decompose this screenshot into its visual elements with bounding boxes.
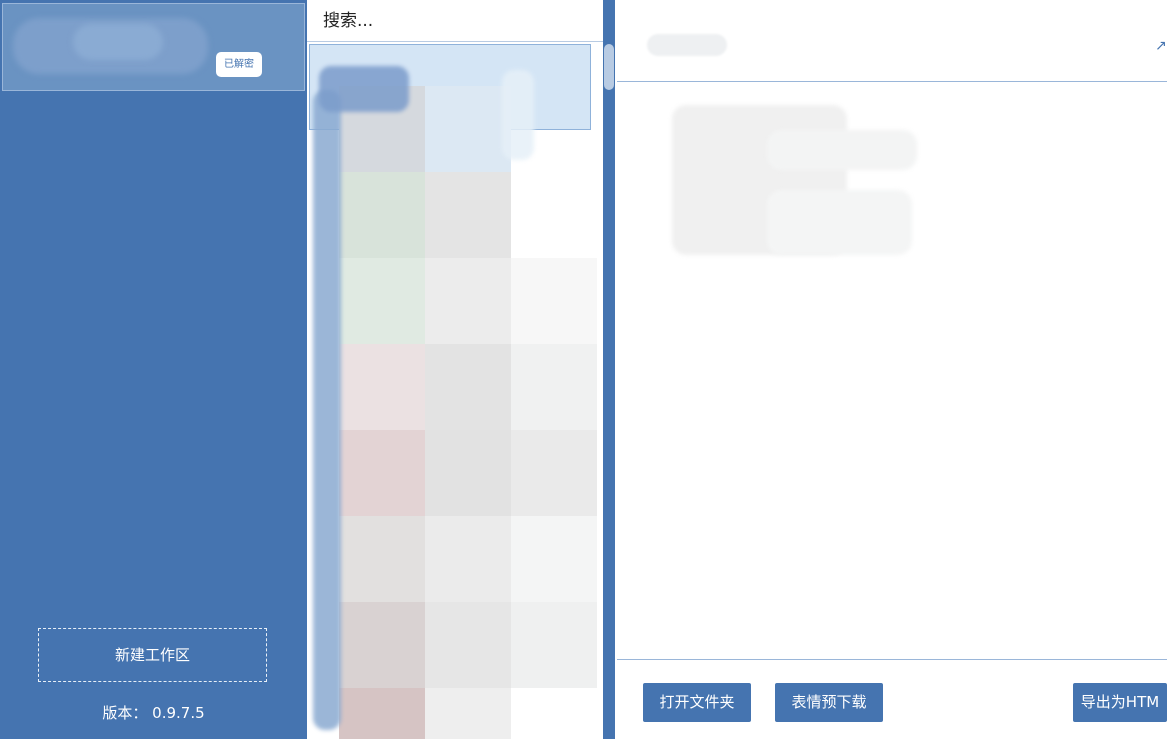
conversation-list-panel bbox=[307, 0, 617, 739]
list-scrollbar[interactable] bbox=[603, 0, 615, 739]
blurred-account-detail bbox=[73, 24, 163, 60]
export-html-button[interactable]: 导出为HTM bbox=[1073, 683, 1167, 722]
blurred-message bbox=[767, 130, 917, 170]
sticker-predownload-button[interactable]: 表情预下载 bbox=[775, 683, 883, 722]
blurred-list-cell bbox=[425, 258, 511, 344]
blurred-message bbox=[767, 190, 912, 255]
search-input[interactable] bbox=[307, 0, 604, 42]
account-card[interactable]: 已解密 bbox=[2, 3, 305, 91]
blurred-list-cell bbox=[339, 172, 425, 258]
blurred-list-cell bbox=[339, 258, 425, 344]
blurred-list-cell bbox=[511, 602, 597, 688]
open-folder-button[interactable]: 打开文件夹 bbox=[643, 683, 751, 722]
new-workspace-button[interactable]: 新建工作区 bbox=[38, 628, 267, 682]
blurred-list-cell bbox=[339, 688, 425, 739]
app-window: 已解密 新建工作区 版本： 0.9.7.5 搜索... ↗ 打开文件夹 表情预下… bbox=[0, 0, 1167, 739]
blurred-avatar-smear bbox=[313, 90, 341, 730]
blurred-list-cell bbox=[511, 258, 597, 344]
blurred-list-cell bbox=[339, 430, 425, 516]
blurred-list-cell bbox=[511, 516, 597, 602]
blurred-list-cell bbox=[339, 344, 425, 430]
sidebar: 已解密 新建工作区 版本： 0.9.7.5 bbox=[0, 0, 307, 739]
blurred-list-cell bbox=[425, 430, 511, 516]
blurred-avatar-smear bbox=[502, 70, 534, 160]
blurred-list-cell bbox=[425, 172, 511, 258]
blurred-list-cell bbox=[425, 86, 511, 172]
blurred-list-cell bbox=[425, 602, 511, 688]
blurred-list-cell bbox=[339, 602, 425, 688]
content-header: ↗ bbox=[617, 0, 1167, 82]
version-info: 版本： 0.9.7.5 bbox=[0, 702, 307, 723]
blurred-avatar-smear bbox=[319, 66, 409, 112]
list-scrollbar-thumb[interactable] bbox=[604, 44, 614, 90]
decrypted-badge: 已解密 bbox=[216, 52, 262, 77]
blurred-list-cell bbox=[425, 516, 511, 602]
blurred-list-cell bbox=[339, 516, 425, 602]
blurred-conversation-list bbox=[339, 60, 597, 739]
version-value: 0.9.7.5 bbox=[152, 704, 205, 722]
blurred-list-cell bbox=[425, 688, 511, 739]
blurred-chat-title bbox=[647, 34, 727, 56]
external-link-icon[interactable]: ↗ bbox=[1155, 38, 1167, 54]
blurred-list-cell bbox=[511, 430, 597, 516]
blurred-list-cell bbox=[425, 344, 511, 430]
version-label: 版本： bbox=[102, 704, 148, 722]
chat-content-panel: ↗ bbox=[617, 0, 1167, 739]
blurred-list-cell bbox=[511, 344, 597, 430]
